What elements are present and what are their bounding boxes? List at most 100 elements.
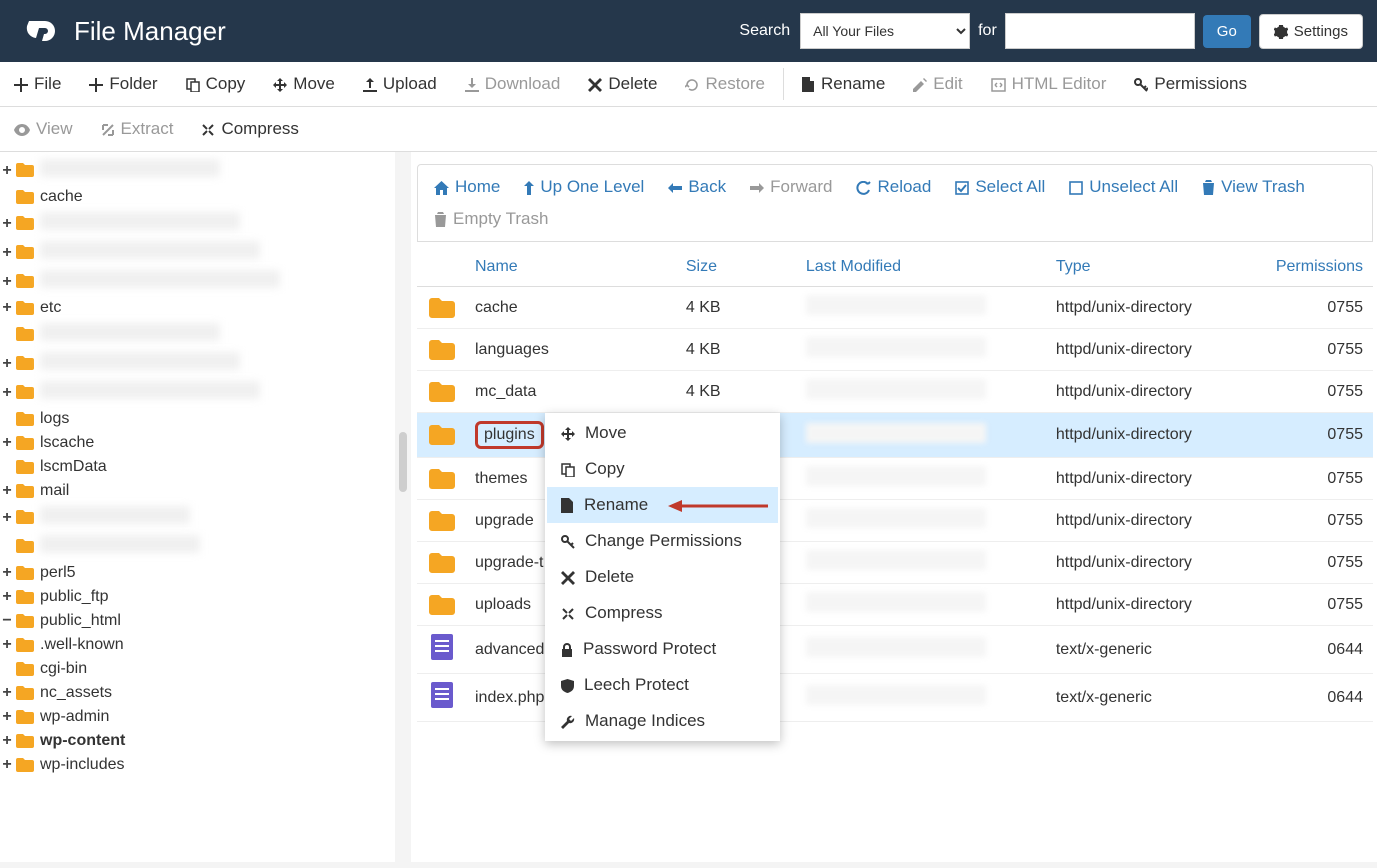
rename-button[interactable]: Rename	[788, 62, 899, 106]
expand-toggle[interactable]: +	[0, 299, 14, 317]
tree-item[interactable]: + .well-known	[0, 633, 395, 657]
ctx-rename[interactable]: Rename	[547, 487, 778, 523]
tree-item-label[interactable]: nc_assets	[40, 684, 112, 702]
expand-toggle[interactable]: +	[0, 434, 14, 452]
table-row[interactable]: mc_data4 KBhttpd/unix-directory0755	[417, 371, 1373, 413]
tree-item-label[interactable]: mail	[40, 482, 69, 500]
up-one-button[interactable]: Up One Level	[522, 173, 646, 201]
permissions-button[interactable]: Permissions	[1120, 62, 1261, 106]
expand-toggle[interactable]: +	[0, 684, 14, 702]
context-menu[interactable]: Move Copy Rename Change Permissions Dele…	[545, 413, 780, 741]
ctx-password-protect[interactable]: Password Protect	[547, 631, 778, 667]
tree-item-label[interactable]: public_html	[40, 612, 121, 630]
type-column[interactable]: Type	[1048, 248, 1268, 287]
expand-toggle[interactable]: +	[0, 244, 14, 262]
tree-item[interactable]: logs	[0, 407, 395, 431]
folder-tree[interactable]: + cache + + + + etc + + logs + lscache lscmData + mail…	[0, 156, 395, 777]
extract-button[interactable]: Extract	[87, 107, 188, 151]
tree-item[interactable]: +public_ftp	[0, 585, 395, 609]
tree-item[interactable]: +	[0, 209, 395, 238]
ctx-change-permissions[interactable]: Change Permissions	[547, 523, 778, 559]
edit-button[interactable]: Edit	[899, 62, 976, 106]
tree-item[interactable]: +	[0, 267, 395, 296]
tree-item-label[interactable]: public_ftp	[40, 588, 109, 606]
tree-item[interactable]: cgi-bin	[0, 657, 395, 681]
ctx-compress[interactable]: Compress	[547, 595, 778, 631]
row-name[interactable]: mc_data	[467, 371, 678, 413]
search-scope-select[interactable]: All Your Files	[800, 13, 970, 49]
size-column[interactable]: Size	[678, 248, 798, 287]
icon-column[interactable]	[417, 248, 467, 287]
expand-toggle[interactable]: +	[0, 564, 14, 582]
modified-column[interactable]: Last Modified	[798, 248, 1048, 287]
tree-item[interactable]	[0, 532, 395, 561]
download-button[interactable]: Download	[451, 62, 575, 106]
expand-toggle[interactable]: +	[0, 482, 14, 500]
tree-item-label[interactable]: etc	[40, 299, 61, 317]
ctx-leech-protect[interactable]: Leech Protect	[547, 667, 778, 703]
folder-tree-sidebar[interactable]: + cache + + + + etc + + logs + lscache lscmData + mail…	[0, 152, 395, 862]
tree-item-label[interactable]	[40, 212, 240, 235]
new-file-button[interactable]: File	[0, 62, 75, 106]
expand-toggle[interactable]: +	[0, 636, 14, 654]
tree-item[interactable]: −public_html	[0, 609, 395, 633]
settings-button[interactable]: Settings	[1259, 14, 1363, 49]
home-button[interactable]: Home	[432, 173, 502, 201]
expand-toggle[interactable]: +	[0, 273, 14, 291]
select-all-button[interactable]: Select All	[953, 173, 1047, 201]
tree-item-label[interactable]	[40, 506, 190, 529]
compress-button[interactable]: Compress	[187, 107, 312, 151]
expand-toggle[interactable]: +	[0, 708, 14, 726]
move-button[interactable]: Move	[259, 62, 349, 106]
table-row[interactable]: languages4 KBhttpd/unix-directory0755	[417, 329, 1373, 371]
ctx-copy[interactable]: Copy	[547, 451, 778, 487]
tree-item-label[interactable]: logs	[40, 410, 69, 428]
delete-button[interactable]: Delete	[574, 62, 671, 106]
view-trash-button[interactable]: View Trash	[1200, 173, 1307, 201]
back-button[interactable]: Back	[666, 173, 728, 201]
new-folder-button[interactable]: Folder	[75, 62, 171, 106]
tree-item[interactable]: + etc	[0, 296, 395, 320]
expand-toggle[interactable]: +	[0, 732, 14, 750]
tree-item-label[interactable]: .well-known	[40, 636, 124, 654]
tree-item[interactable]: + lscache	[0, 431, 395, 455]
table-row[interactable]: cache4 KBhttpd/unix-directory0755	[417, 287, 1373, 329]
row-name[interactable]: languages	[467, 329, 678, 371]
permissions-column[interactable]: Permissions	[1268, 248, 1373, 287]
tree-item-label[interactable]	[40, 352, 240, 375]
tree-item[interactable]: +	[0, 503, 395, 532]
row-name[interactable]: cache	[467, 287, 678, 329]
tree-item-label[interactable]: wp-admin	[40, 708, 109, 726]
tree-item-label[interactable]	[40, 241, 260, 264]
tree-item[interactable]: +wp-content	[0, 729, 395, 753]
tree-item[interactable]: +wp-includes	[0, 753, 395, 777]
ctx-manage-indices[interactable]: Manage Indices	[547, 703, 778, 739]
tree-item[interactable]: +	[0, 238, 395, 267]
expand-toggle[interactable]: +	[0, 384, 14, 402]
ctx-delete[interactable]: Delete	[547, 559, 778, 595]
restore-button[interactable]: Restore	[671, 62, 779, 106]
search-input[interactable]	[1005, 13, 1195, 49]
tree-item-label[interactable]	[40, 535, 200, 558]
expand-toggle[interactable]: +	[0, 509, 14, 527]
tree-item-label[interactable]	[40, 323, 220, 346]
view-button[interactable]: View	[0, 107, 87, 151]
tree-item-label[interactable]	[40, 270, 280, 293]
tree-item[interactable]: +perl5	[0, 561, 395, 585]
ctx-move[interactable]: Move	[547, 415, 778, 451]
tree-item-label[interactable]: cgi-bin	[40, 660, 87, 678]
tree-item[interactable]: +	[0, 349, 395, 378]
tree-item-label[interactable]	[40, 381, 260, 404]
html-editor-button[interactable]: HTML Editor	[977, 62, 1121, 106]
tree-item[interactable]: + nc_assets	[0, 681, 395, 705]
tree-item-label[interactable]: lscache	[40, 434, 94, 452]
unselect-all-button[interactable]: Unselect All	[1067, 173, 1180, 201]
expand-toggle[interactable]: +	[0, 162, 14, 180]
tree-item-label[interactable]	[40, 159, 220, 182]
tree-item[interactable]	[0, 320, 395, 349]
name-column[interactable]: Name	[467, 248, 678, 287]
tree-item[interactable]: + wp-admin	[0, 705, 395, 729]
tree-item-label[interactable]: cache	[40, 188, 83, 206]
tree-item-label[interactable]: lscmData	[40, 458, 107, 476]
upload-button[interactable]: Upload	[349, 62, 451, 106]
